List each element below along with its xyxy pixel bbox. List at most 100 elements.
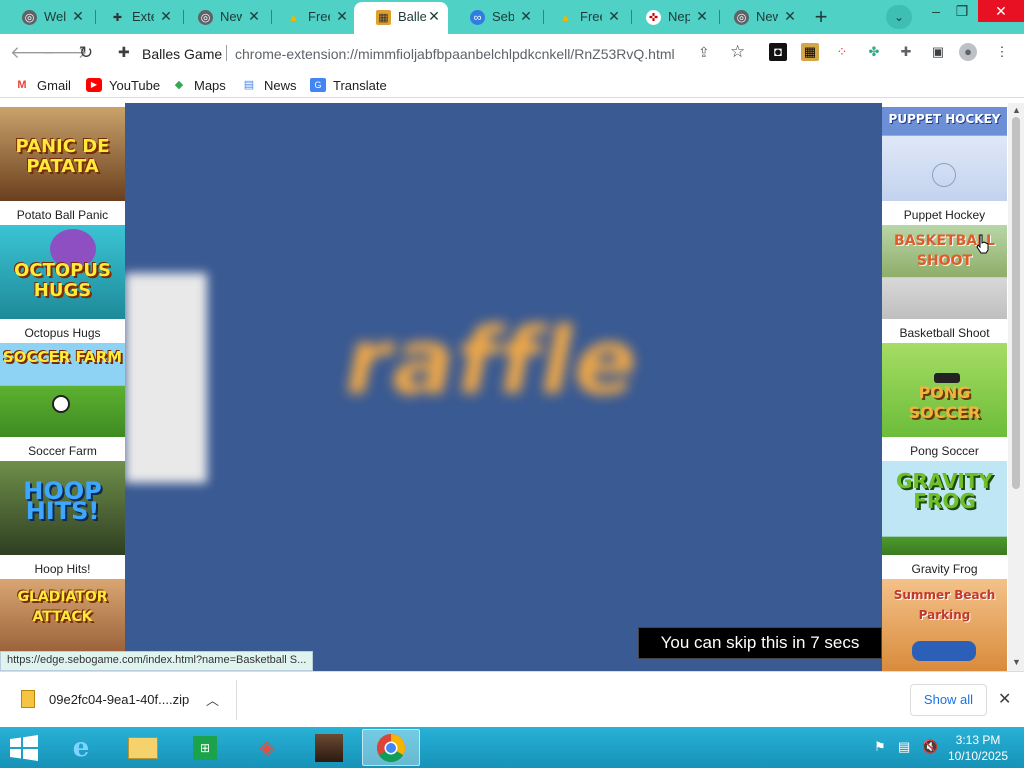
nep-icon: ✜	[646, 10, 661, 25]
game-label[interactable]: Octopus Hugs	[0, 326, 125, 340]
game-card-puppet-hockey[interactable]: PUPPET HOCKEY Puppet Hockey	[882, 107, 1007, 225]
scroll-up-arrow-icon[interactable]: ▲	[1012, 105, 1021, 115]
photo-app-icon[interactable]	[300, 729, 358, 766]
game-card-octopus-hugs[interactable]: OCTOPUS HUGS Octopus Hugs	[0, 225, 125, 343]
extension-dots-icon[interactable]: ⁘	[833, 43, 851, 61]
maps-icon: ◆	[174, 79, 184, 91]
game-card-potato-ball-panic[interactable]: PANIC DE PATATA Potato Ball Panic	[0, 107, 125, 225]
volume-muted-icon[interactable]: 🔇	[922, 739, 938, 755]
game-thumbnail[interactable]: Summer Beach Parking	[882, 579, 1007, 671]
url-text[interactable]: chrome-extension://mimmfioljabfbpaanbelc…	[235, 46, 675, 62]
tab-2[interactable]: ✚ Exte ✕	[88, 2, 176, 32]
game-card-hoop-hits[interactable]: HOOP HITS! Hoop Hits!	[0, 461, 125, 579]
bookmark-news[interactable]: ▤ News	[241, 76, 297, 94]
bookmark-youtube[interactable]: ▶ YouTube	[86, 76, 160, 94]
site-name: Balles Game	[142, 46, 223, 62]
game-thumbnail[interactable]: PUPPET HOCKEY	[882, 107, 1007, 201]
chrome-taskbar-icon[interactable]	[362, 729, 420, 766]
tab-5-active[interactable]: ▦ Balle ✕	[354, 2, 448, 34]
bookmark-translate[interactable]: G Translate	[310, 76, 387, 94]
new-tab-button[interactable]: +	[808, 5, 834, 31]
game-label[interactable]: Hoop Hits!	[0, 562, 125, 576]
right-game-list: PUPPET HOCKEY Puppet Hockey BASKETBALL S…	[882, 107, 1007, 671]
menu-kebab-icon[interactable]: ⋮	[993, 43, 1011, 61]
page-scrollbar[interactable]: ▲ ▼	[1008, 103, 1024, 671]
store-icon[interactable]: ⊞	[176, 729, 234, 766]
network-icon[interactable]: ▤	[898, 739, 910, 755]
tab-search-button[interactable]: ⌄	[886, 5, 912, 29]
tab-3[interactable]: ◎ New ✕	[176, 2, 264, 32]
game-thumbnail[interactable]: HOOP HITS!	[0, 461, 125, 555]
game-label[interactable]: Soccer Farm	[0, 444, 125, 458]
game-thumbnail[interactable]: OCTOPUS HUGS	[0, 225, 125, 319]
game-thumbnail[interactable]: PANIC DE PATATA	[0, 107, 125, 201]
game-frame[interactable]: raffle You can skip this in 7 secs	[125, 103, 882, 671]
share-icon[interactable]: ⇪	[698, 44, 710, 61]
address-bar[interactable]: ✚ Balles Game chrome-extension://mimmfio…	[110, 38, 760, 68]
restore-button[interactable]: ❐	[946, 0, 978, 22]
download-file-name[interactable]: 09e2fc04-9ea1-40f....zip	[49, 692, 189, 707]
close-icon[interactable]: ✕	[606, 8, 622, 24]
bookmark-maps[interactable]: ◆ Maps	[171, 76, 226, 94]
status-bar-url: https://edge.sebogame.com/index.html?nam…	[0, 651, 314, 671]
scroll-down-arrow-icon[interactable]: ▼	[1012, 657, 1021, 667]
extension-flower-icon[interactable]: ✤	[865, 43, 883, 61]
close-icon[interactable]: ✕	[694, 8, 710, 24]
tab-6[interactable]: ∞ Seb ✕	[448, 2, 536, 32]
omnibox-divider	[226, 45, 227, 61]
close-icon[interactable]: ✕	[998, 689, 1011, 709]
reload-button[interactable]: ↻	[74, 42, 98, 64]
file-explorer-icon[interactable]	[114, 729, 172, 766]
game-label[interactable]: Basketball Shoot	[882, 326, 1007, 340]
system-clock[interactable]: 3:13 PM 10/10/2025	[942, 732, 1014, 764]
close-icon[interactable]: ✕	[246, 8, 262, 24]
game-thumbnail[interactable]: GRAVITY FROG	[882, 461, 1007, 555]
tab-strip: ◎ Welc ✕ ✚ Exte ✕ ◎ New ✕ ▲ Free ✕ ▦ Bal…	[0, 0, 1024, 34]
tab-1[interactable]: ◎ Welc ✕	[0, 2, 88, 32]
windows-start-icon[interactable]	[10, 735, 38, 761]
close-icon[interactable]: ✕	[158, 8, 174, 24]
tab-8[interactable]: ✜ Nep ✕	[624, 2, 712, 32]
game-card-soccer-farm[interactable]: SOCCER FARM Soccer Farm	[0, 343, 125, 461]
game-app-icon[interactable]: ◈	[238, 729, 296, 766]
forward-button[interactable]: 🡒	[42, 42, 88, 64]
internet-explorer-icon[interactable]: e	[52, 729, 110, 766]
game-card-pong-soccer[interactable]: PONG SOCCER Pong Soccer	[882, 343, 1007, 461]
close-icon[interactable]: ✕	[70, 8, 86, 24]
extensions-puzzle-icon[interactable]: ✚	[897, 43, 915, 61]
close-icon[interactable]: ✕	[426, 8, 442, 24]
game-label[interactable]: Puppet Hockey	[882, 208, 1007, 222]
rink-circle	[932, 163, 956, 187]
download-shelf: 09e2fc04-9ea1-40f....zip ︿ Show all ✕	[0, 671, 1024, 727]
flag-icon[interactable]: ⚑	[874, 739, 886, 755]
game-card-gravity-frog[interactable]: GRAVITY FROG Gravity Frog	[882, 461, 1007, 579]
extension-game-icon[interactable]: ▦	[801, 43, 819, 61]
game-label[interactable]: Pong Soccer	[882, 444, 1007, 458]
game-thumbnail[interactable]: PONG SOCCER	[882, 343, 1007, 437]
tab-7[interactable]: ▲ Free ✕	[536, 2, 624, 32]
game-label[interactable]: Potato Ball Panic	[0, 208, 125, 222]
car-shape	[912, 641, 976, 661]
scroll-thumb[interactable]	[1012, 117, 1020, 489]
close-icon[interactable]: ✕	[518, 8, 534, 24]
bookmark-gmail[interactable]: M Gmail	[14, 76, 71, 94]
thumbnail-title: OCTOPUS HUGS	[14, 260, 111, 301]
tab-4[interactable]: ▲ Free ✕	[264, 2, 352, 32]
zip-file-icon[interactable]	[21, 690, 35, 708]
profile-avatar-icon[interactable]: ●	[959, 43, 977, 61]
show-all-button[interactable]: Show all	[910, 684, 987, 716]
extension-roblox-icon[interactable]: ◘	[769, 43, 787, 61]
side-panel-icon[interactable]: ▣	[929, 43, 947, 61]
back-button[interactable]: 🡐	[10, 42, 56, 64]
tab-9[interactable]: ◎ New ✕	[712, 2, 800, 32]
tab-label: Welc	[44, 9, 66, 24]
close-window-button[interactable]: ✕	[978, 0, 1024, 22]
chevron-up-icon[interactable]: ︿	[206, 690, 219, 709]
close-icon[interactable]: ✕	[334, 8, 350, 24]
game-icon: ▦	[376, 10, 391, 25]
close-icon[interactable]: ✕	[782, 8, 798, 24]
game-label[interactable]: Gravity Frog	[882, 562, 1007, 576]
game-card-summer-beach-parking[interactable]: Summer Beach Parking	[882, 579, 1007, 671]
bookmark-star-icon[interactable]: ☆	[730, 42, 745, 62]
game-thumbnail[interactable]: SOCCER FARM	[0, 343, 125, 437]
